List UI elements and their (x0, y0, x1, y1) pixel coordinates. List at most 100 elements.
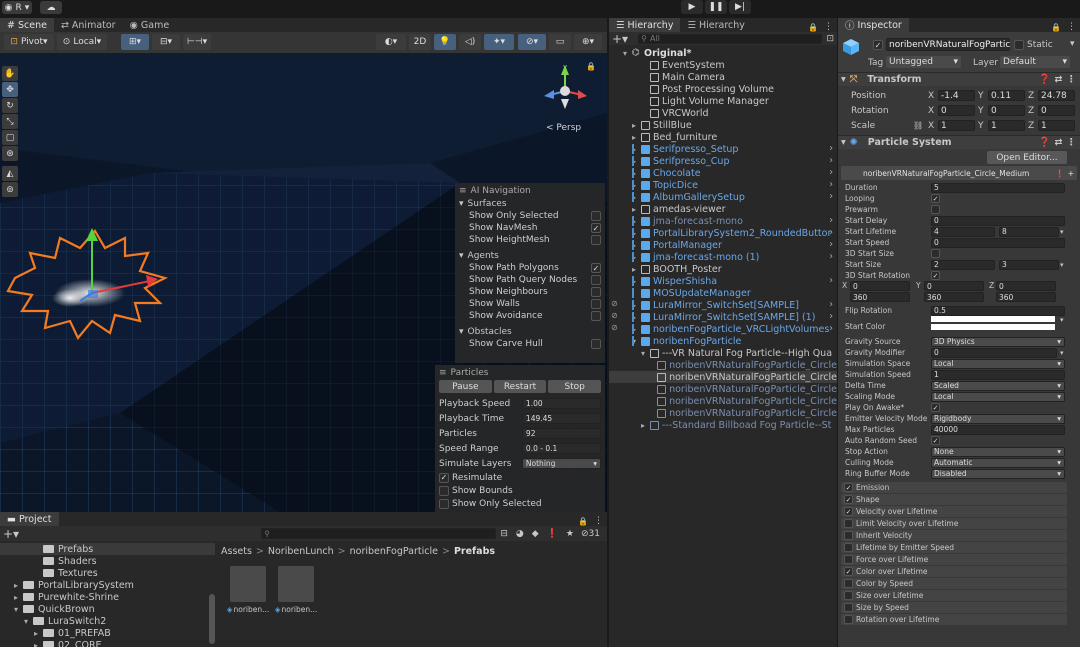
hidden-count-icon[interactable]: ⊘ (581, 529, 589, 539)
gizmos-button[interactable]: ⊕▾ (574, 34, 602, 50)
particle-check-row[interactable]: ✓ Resimulate (439, 471, 601, 484)
type-filter-icon[interactable]: ◕ (516, 529, 524, 539)
module-checkbox[interactable]: ✓ (844, 567, 853, 576)
warning-filter-icon[interactable]: ❗ (547, 529, 558, 539)
surfaces-header[interactable]: ▾ Surfaces (459, 198, 601, 210)
ps-module-color-over-lifetime[interactable]: ✓ Color over Lifetime (841, 566, 1067, 577)
hierarchy-item[interactable]: ▸ amedas-viewer (609, 203, 837, 215)
grid-snap-button[interactable]: ⊞▾ (121, 34, 149, 50)
shading-mode-button[interactable]: ◐▾ (376, 34, 406, 50)
expand-arrow-icon[interactable]: ▾ (24, 617, 33, 626)
breadcrumb-item[interactable]: NoribenLunch (268, 546, 334, 557)
ps-property-checkbox[interactable]: ✓ (931, 403, 940, 412)
nav-option-show-avoidance[interactable]: Show Avoidance (459, 310, 601, 322)
account-dropdown[interactable]: ◉ R ▾ (2, 1, 32, 14)
open-editor-button[interactable]: Open Editor... (987, 151, 1067, 164)
scale-tool[interactable]: ⤡ (2, 114, 18, 129)
module-checkbox[interactable] (844, 579, 853, 588)
hierarchy-item[interactable]: ▸ PortalManager › (609, 239, 837, 251)
hierarchy-item[interactable]: EventSystem (609, 59, 837, 71)
ps-module-lifetime-by-emitter-speed[interactable]: Lifetime by Emitter Speed (841, 542, 1067, 553)
particle-checkbox[interactable] (439, 485, 449, 496)
custom-tool-2[interactable]: ⊚ (2, 182, 18, 197)
nav-option-checkbox[interactable] (591, 211, 601, 221)
open-prefab-chevron-icon[interactable]: › (829, 299, 833, 310)
ps-property-min-field[interactable]: 2 (931, 259, 995, 270)
local-dropdown[interactable]: ⊙ Local ▾ (57, 34, 107, 50)
expand-arrow-icon[interactable]: ▾ (623, 49, 632, 58)
breadcrumb-item[interactable]: noribenFogParticle (350, 546, 438, 557)
nav-option-show-only-selected[interactable]: Show Only Selected (459, 210, 601, 222)
breadcrumb-item[interactable]: Assets (221, 546, 252, 557)
hierarchy-item[interactable]: ▸ WisperShisha › (609, 275, 837, 287)
open-prefab-chevron-icon[interactable]: › (829, 143, 833, 154)
effects-toggle[interactable]: ✦▾ (484, 34, 514, 50)
particle-system-header[interactable]: ▾ ✺ Particle System ❓ ⇄ ⋮ (838, 135, 1080, 149)
hierarchy-item[interactable]: Light Volume Manager (609, 95, 837, 107)
transform-position-y-field[interactable]: 0.11 (988, 90, 1025, 101)
layer-dropdown[interactable]: Default ▾ (1000, 56, 1070, 68)
tree-scrollbar[interactable] (209, 594, 215, 644)
hierarchy-item[interactable]: ▸ BOOTH_Poster (609, 263, 837, 275)
grid-visibility-button[interactable]: ⊟▾ (152, 34, 180, 50)
expand-arrow-icon[interactable]: ▸ (632, 121, 641, 130)
hierarchy-search-input[interactable]: ⚲ All (638, 33, 823, 44)
nav-option-checkbox[interactable]: ✓ (591, 263, 601, 273)
search-options-icon[interactable]: ⊡ (826, 34, 834, 44)
help-icon[interactable]: ❓ (1039, 74, 1051, 85)
open-prefab-chevron-icon[interactable]: › (829, 275, 833, 286)
nav-option-show-navmesh[interactable]: Show NavMesh ✓ (459, 222, 601, 234)
expand-arrow-icon[interactable]: ▸ (34, 629, 43, 638)
hierarchy-item[interactable]: noribenVRNaturalFogParticle_Circle (609, 371, 837, 383)
nav-option-show-neighbours[interactable]: Show Neighbours (459, 286, 601, 298)
nav-option-checkbox[interactable] (591, 275, 601, 285)
transform-position-z-field[interactable]: 24.78 (1038, 90, 1075, 101)
project-folder-item[interactable]: Shaders (0, 555, 215, 567)
rot-x-max[interactable]: 360 (850, 292, 910, 302)
ps-property-field[interactable]: 0 (931, 237, 1065, 248)
ps-property-dropdown[interactable]: Local ▾ (931, 358, 1065, 369)
ps-property-checkbox[interactable]: ✓ (931, 436, 940, 445)
ps-module-force-over-lifetime[interactable]: Force over Lifetime (841, 554, 1067, 565)
transform-rotation-z-field[interactable]: 0 (1038, 105, 1075, 116)
module-checkbox[interactable] (844, 543, 853, 552)
hierarchy-item[interactable]: noribenVRNaturalFogParticle_Circle (609, 395, 837, 407)
transform-position-x-field[interactable]: -1.4 (938, 90, 975, 101)
hierarchy-item[interactable]: noribenVRNaturalFogParticle_Circle (609, 359, 837, 371)
dropdown-arrow-icon[interactable]: ▾ (1060, 316, 1064, 324)
module-checkbox[interactable] (844, 519, 853, 528)
nav-option-checkbox[interactable] (591, 299, 601, 309)
add-module-icon[interactable]: + (1068, 169, 1074, 178)
hierarchy-item[interactable]: ▾ ⌬ Original* (609, 47, 837, 59)
module-checkbox[interactable] (844, 615, 853, 624)
preset-icon[interactable]: ⇄ (1055, 137, 1063, 148)
open-prefab-chevron-icon[interactable]: › (829, 179, 833, 190)
nav-option-checkbox[interactable] (591, 311, 601, 321)
tab-inspector[interactable]: ⓘ Inspector (838, 18, 909, 32)
ps-property-dropdown[interactable]: Rigidbody ▾ (931, 413, 1065, 424)
ps-property-field[interactable]: 0 (931, 347, 1057, 358)
rot-x-min[interactable]: 0 (850, 281, 910, 291)
camera-settings-button[interactable]: ▭ (549, 34, 571, 50)
lock-icon[interactable]: 🔒 (578, 517, 588, 526)
rot-y-max[interactable]: 360 (924, 292, 984, 302)
tab-scene[interactable]: # Scene (0, 18, 54, 32)
add-icon[interactable]: +▾ (612, 32, 628, 46)
tab-animator[interactable]: ⇄ Animator (54, 18, 123, 32)
ps-property-field[interactable]: 40000 (931, 424, 1065, 435)
lighting-toggle[interactable]: 💡 (434, 34, 456, 50)
open-prefab-chevron-icon[interactable]: › (829, 311, 833, 322)
project-folder-item[interactable]: ▸ Purewhite-Shrine (0, 591, 215, 603)
ps-module-emission[interactable]: ✓ Emission (841, 482, 1067, 493)
hierarchy-item[interactable]: ▾ ---VR Natural Fog Particle--High Qua (609, 347, 837, 359)
hierarchy-item[interactable]: ▸ StillBlue (609, 119, 837, 131)
persp-label[interactable]: < Persp (546, 123, 581, 133)
pause-particles-button[interactable]: Pause (439, 380, 492, 393)
scene-view[interactable]: ✋ ✥ ↻ ⤡ ▢ ⊛ ◭ ⊚ y 🔒 < Persp ≡ AI Navigati… (0, 53, 607, 512)
hierarchy-item[interactable]: ▸ Chocolate › (609, 167, 837, 179)
rect-tool[interactable]: ▢ (2, 130, 18, 145)
ps-property-checkbox[interactable]: ✓ (931, 194, 940, 203)
ps-main-module-header[interactable]: noribenVRNaturalFogParticle_Circle_Mediu… (841, 166, 1077, 180)
nav-option-show-carve-hull[interactable]: Show Carve Hull (459, 338, 601, 350)
ps-property-dropdown[interactable]: None ▾ (931, 446, 1065, 457)
